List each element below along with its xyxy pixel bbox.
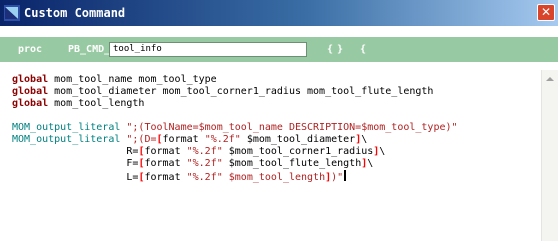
proc-header: proc PB_CMD_ tool_info { } { xyxy=(0,37,558,62)
text-cursor xyxy=(344,170,347,181)
code-line: L=[format "%.2f" $mom_tool_length])" xyxy=(12,170,347,184)
proc-body-brace: { xyxy=(360,44,367,55)
vertical-scrollbar[interactable] xyxy=(541,70,558,241)
code-line: F=[format "%.2f" $mom_tool_flute_length]… xyxy=(12,158,374,169)
command-name-input[interactable]: tool_info xyxy=(109,42,307,57)
close-icon: ✕ xyxy=(540,5,552,19)
code-line: R=[format "%.2f" $mom_tool_corner1_radiu… xyxy=(12,146,386,157)
code-line: MOM_output_literal ";(D=[format "%.2f" $… xyxy=(12,134,368,145)
window-title: Custom Command xyxy=(24,6,126,20)
proc-close-brace: } xyxy=(337,44,344,55)
proc-keyword: proc xyxy=(18,44,43,55)
code-line: global mom_tool_diameter mom_tool_corner… xyxy=(12,86,434,97)
code-line: global mom_tool_name mom_tool_type xyxy=(12,74,217,85)
code-line: MOM_output_literal ";(ToolName=$mom_tool… xyxy=(12,122,458,133)
scroll-up-arrow-icon[interactable] xyxy=(543,72,557,86)
nx-app-icon xyxy=(4,5,20,21)
proc-open-brace: { xyxy=(327,44,334,55)
proc-prefix: PB_CMD_ xyxy=(68,44,111,55)
code-line: global mom_tool_length xyxy=(12,98,145,109)
title-bar[interactable]: Custom Command ✕ xyxy=(0,0,558,26)
close-button[interactable]: ✕ xyxy=(537,4,555,21)
code-editor[interactable]: global mom_tool_name mom_tool_type globa… xyxy=(12,74,536,234)
